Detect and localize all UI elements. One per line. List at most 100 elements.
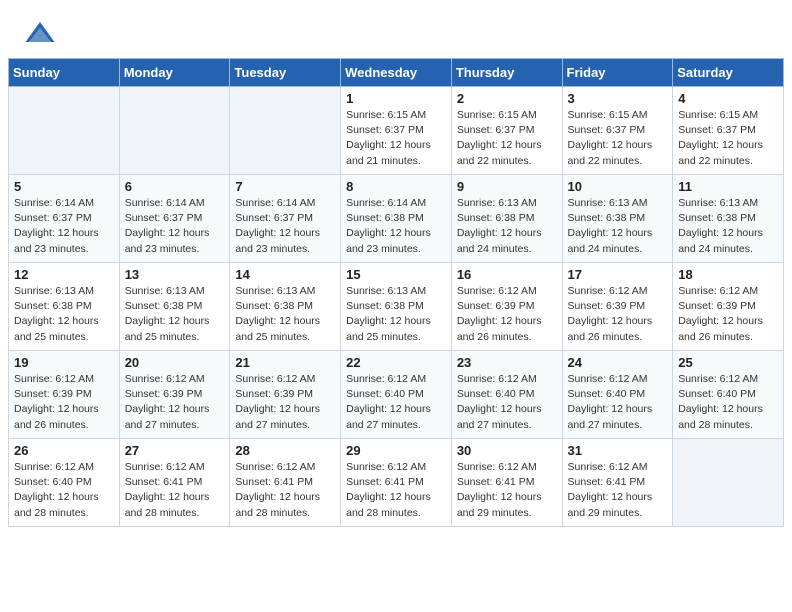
calendar-day-header: Thursday (451, 59, 562, 87)
day-number: 7 (235, 179, 335, 194)
calendar-day-cell: 16 Sunrise: 6:12 AMSunset: 6:39 PMDayligh… (451, 263, 562, 351)
calendar-week-row: 19 Sunrise: 6:12 AMSunset: 6:39 PMDayligh… (9, 351, 784, 439)
day-number: 20 (125, 355, 225, 370)
day-info: Sunrise: 6:12 AMSunset: 6:40 PMDaylight:… (14, 460, 114, 521)
day-number: 9 (457, 179, 557, 194)
calendar-week-row: 26 Sunrise: 6:12 AMSunset: 6:40 PMDayligh… (9, 439, 784, 527)
calendar-day-cell: 18 Sunrise: 6:12 AMSunset: 6:39 PMDayligh… (673, 263, 784, 351)
day-number: 11 (678, 179, 778, 194)
day-number: 15 (346, 267, 446, 282)
day-number: 25 (678, 355, 778, 370)
calendar-day-cell: 23Sunrise: 6:12 AMSunset: 6:40 PMDayligh… (451, 351, 562, 439)
day-number: 26 (14, 443, 114, 458)
day-number: 31 (568, 443, 668, 458)
day-info: Sunrise: 6:13 AMSunset: 6:38 PMDaylight:… (457, 196, 557, 257)
calendar-day-header: Wednesday (341, 59, 452, 87)
day-number: 4 (678, 91, 778, 106)
day-number: 17 (568, 267, 668, 282)
day-number: 29 (346, 443, 446, 458)
calendar-day-cell: 4Sunrise: 6:15 AMSunset: 6:37 PMDaylight… (673, 87, 784, 175)
day-info: Sunrise: 6:13 AMSunset: 6:38 PMDaylight:… (678, 196, 778, 257)
day-info: Sunrise: 6:15 AMSunset: 6:37 PMDaylight:… (346, 108, 446, 169)
calendar-day-cell: 10 Sunrise: 6:13 AMSunset: 6:38 PMDayligh… (562, 175, 673, 263)
day-info: Sunrise: 6:12 AMSunset: 6:39 PMDaylight:… (125, 372, 225, 433)
day-number: 16 (457, 267, 557, 282)
day-info: Sunrise: 6:12 AMSunset: 6:39 PMDaylight:… (678, 284, 778, 345)
day-info: Sunrise: 6:13 AMSunset: 6:38 PMDaylight:… (14, 284, 114, 345)
day-number: 10 (568, 179, 668, 194)
day-info: Sunrise: 6:12 AMSunset: 6:40 PMDaylight:… (568, 372, 668, 433)
day-info: Sunrise: 6:14 AMSunset: 6:38 PMDaylight:… (346, 196, 446, 257)
day-info: Sunrise: 6:12 AMSunset: 6:40 PMDaylight:… (678, 372, 778, 433)
logo-icon (24, 18, 56, 50)
day-number: 21 (235, 355, 335, 370)
calendar-day-cell (673, 439, 784, 527)
calendar-day-cell: 21 Sunrise: 6:12 AMSunset: 6:39 PMDayligh… (230, 351, 341, 439)
calendar-week-row: 1 Sunrise: 6:15 AMSunset: 6:37 PMDaylight… (9, 87, 784, 175)
day-number: 1 (346, 91, 446, 106)
page-header (0, 0, 792, 58)
day-number: 19 (14, 355, 114, 370)
day-info: Sunrise: 6:12 AMSunset: 6:41 PMDaylight:… (568, 460, 668, 521)
day-number: 30 (457, 443, 557, 458)
calendar-day-cell (119, 87, 230, 175)
calendar-day-cell: 17 Sunrise: 6:12 AMSunset: 6:39 PMDayligh… (562, 263, 673, 351)
calendar-day-cell: 3 Sunrise: 6:15 AMSunset: 6:37 PMDaylight… (562, 87, 673, 175)
day-info: Sunrise: 6:12 AMSunset: 6:41 PMDaylight:… (457, 460, 557, 521)
day-number: 18 (678, 267, 778, 282)
calendar-day-cell: 5 Sunrise: 6:14 AMSunset: 6:37 PMDaylight… (9, 175, 120, 263)
day-info: Sunrise: 6:14 AMSunset: 6:37 PMDaylight:… (14, 196, 114, 257)
day-info: Sunrise: 6:12 AMSunset: 6:40 PMDaylight:… (457, 372, 557, 433)
calendar-day-header: Monday (119, 59, 230, 87)
logo (24, 18, 60, 50)
day-info: Sunrise: 6:12 AMSunset: 6:41 PMDaylight:… (125, 460, 225, 521)
day-number: 13 (125, 267, 225, 282)
calendar-day-header: Friday (562, 59, 673, 87)
calendar-day-cell: 1 Sunrise: 6:15 AMSunset: 6:37 PMDaylight… (341, 87, 452, 175)
day-info: Sunrise: 6:15 AMSunset: 6:37 PMDaylight:… (457, 108, 557, 169)
day-info: Sunrise: 6:15 AMSunset: 6:37 PMDaylight:… (568, 108, 668, 169)
calendar-day-cell: 30 Sunrise: 6:12 AMSunset: 6:41 PMDayligh… (451, 439, 562, 527)
day-info: Sunrise: 6:12 AMSunset: 6:41 PMDaylight:… (346, 460, 446, 521)
calendar-day-cell: 8 Sunrise: 6:14 AMSunset: 6:38 PMDaylight… (341, 175, 452, 263)
day-info: Sunrise: 6:14 AMSunset: 6:37 PMDaylight:… (235, 196, 335, 257)
calendar-day-cell: 6 Sunrise: 6:14 AMSunset: 6:37 PMDaylight… (119, 175, 230, 263)
calendar-day-cell: 24 Sunrise: 6:12 AMSunset: 6:40 PMDayligh… (562, 351, 673, 439)
day-number: 27 (125, 443, 225, 458)
day-info: Sunrise: 6:12 AMSunset: 6:39 PMDaylight:… (14, 372, 114, 433)
day-info: Sunrise: 6:13 AMSunset: 6:38 PMDaylight:… (568, 196, 668, 257)
day-number: 24 (568, 355, 668, 370)
calendar-day-cell: 31 Sunrise: 6:12 AMSunset: 6:41 PMDayligh… (562, 439, 673, 527)
calendar-day-cell: 15 Sunrise: 6:13 AMSunset: 6:38 PMDayligh… (341, 263, 452, 351)
calendar-week-row: 5 Sunrise: 6:14 AMSunset: 6:37 PMDaylight… (9, 175, 784, 263)
calendar-header-row: SundayMondayTuesdayWednesdayThursdayFrid… (9, 59, 784, 87)
day-number: 22 (346, 355, 446, 370)
calendar-day-cell: 7 Sunrise: 6:14 AMSunset: 6:37 PMDaylight… (230, 175, 341, 263)
day-number: 3 (568, 91, 668, 106)
day-info: Sunrise: 6:12 AMSunset: 6:39 PMDaylight:… (235, 372, 335, 433)
calendar-day-cell: 11 Sunrise: 6:13 AMSunset: 6:38 PMDayligh… (673, 175, 784, 263)
calendar-day-cell: 20 Sunrise: 6:12 AMSunset: 6:39 PMDayligh… (119, 351, 230, 439)
calendar-day-cell: 19 Sunrise: 6:12 AMSunset: 6:39 PMDayligh… (9, 351, 120, 439)
calendar-day-cell: 27 Sunrise: 6:12 AMSunset: 6:41 PMDayligh… (119, 439, 230, 527)
calendar-day-cell: 13Sunrise: 6:13 AMSunset: 6:38 PMDayligh… (119, 263, 230, 351)
day-info: Sunrise: 6:14 AMSunset: 6:37 PMDaylight:… (125, 196, 225, 257)
day-number: 5 (14, 179, 114, 194)
day-number: 6 (125, 179, 225, 194)
day-info: Sunrise: 6:12 AMSunset: 6:39 PMDaylight:… (568, 284, 668, 345)
day-number: 12 (14, 267, 114, 282)
day-info: Sunrise: 6:12 AMSunset: 6:39 PMDaylight:… (457, 284, 557, 345)
day-number: 2 (457, 91, 557, 106)
calendar-day-cell: 29 Sunrise: 6:12 AMSunset: 6:41 PMDayligh… (341, 439, 452, 527)
day-number: 14 (235, 267, 335, 282)
calendar-day-cell (230, 87, 341, 175)
calendar-day-cell: 26 Sunrise: 6:12 AMSunset: 6:40 PMDayligh… (9, 439, 120, 527)
calendar-day-cell: 2 Sunrise: 6:15 AMSunset: 6:37 PMDaylight… (451, 87, 562, 175)
day-info: Sunrise: 6:12 AMSunset: 6:41 PMDaylight:… (235, 460, 335, 521)
day-info: Sunrise: 6:13 AMSunset: 6:38 PMDaylight:… (346, 284, 446, 345)
day-number: 28 (235, 443, 335, 458)
calendar-day-cell: 12 Sunrise: 6:13 AMSunset: 6:38 PMDayligh… (9, 263, 120, 351)
day-number: 8 (346, 179, 446, 194)
calendar-day-cell: 28 Sunrise: 6:12 AMSunset: 6:41 PMDayligh… (230, 439, 341, 527)
calendar-week-row: 12 Sunrise: 6:13 AMSunset: 6:38 PMDayligh… (9, 263, 784, 351)
